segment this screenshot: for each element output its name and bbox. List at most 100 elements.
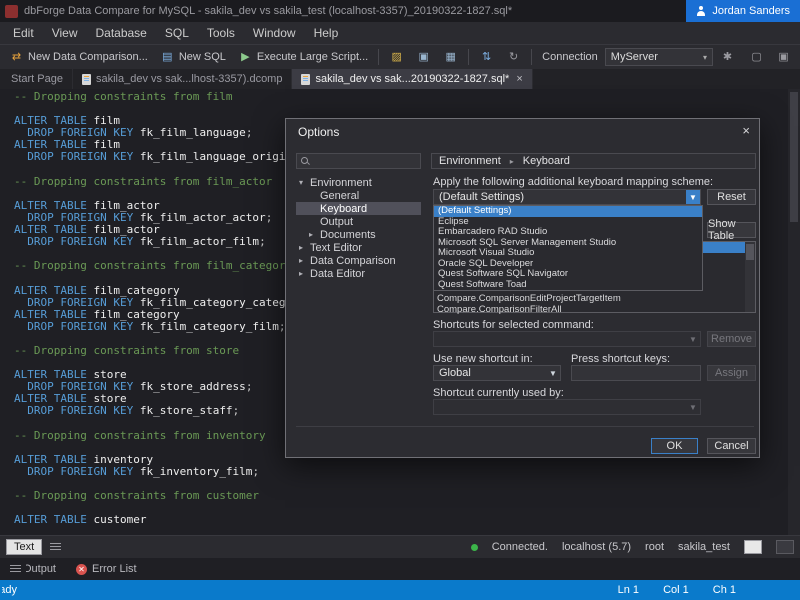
document-icon [301,74,310,85]
tab-label: sakila_dev vs sak...20190322-1827.sql* [315,73,509,85]
options-search-input[interactable] [296,153,421,169]
mapping-scheme-label: Apply the following additional keyboard … [433,176,713,188]
close-tab-icon[interactable]: × [516,73,522,85]
tree-item-label: General [320,190,359,202]
execute-large-script-button[interactable]: ▶Execute Large Script... [233,48,373,67]
scheme-option-oracle-sql-developer[interactable]: Oracle SQL Developer [434,259,702,270]
used-by-label: Shortcut currently used by: [433,387,564,399]
save-icon: ▣ [416,50,431,65]
mapping-scheme-combo[interactable]: (Default Settings) ▼ [433,189,701,205]
tab-error-list[interactable]: ✕ Error List [66,558,147,580]
collapsed-arrow-icon: ▸ [299,256,310,265]
status-message: Ready [2,584,17,596]
output-tab-label: Output [26,563,56,575]
tree-item-keyboard[interactable]: Keyboard [296,202,421,215]
error-list-tab-label: Error List [92,563,137,575]
tab-output[interactable]: Output [0,558,66,580]
used-by-combo[interactable]: ▼ [433,399,701,415]
properties-button[interactable]: ▣ [771,48,796,67]
window-layout-button[interactable]: ▢ [744,48,769,67]
scheme-option-embarcadero-rad-studio[interactable]: Embarcadero RAD Studio [434,227,702,238]
close-icon[interactable]: × [742,123,750,138]
menu-database[interactable]: Database [86,22,155,44]
tree-item-output[interactable]: Output [296,215,421,228]
menubar: EditViewDatabaseSQLToolsWindowHelp [0,22,800,44]
user-name: Jordan Sanders [712,5,790,17]
save-all-button[interactable]: ▦ [438,48,463,67]
reset-button[interactable]: Reset [707,189,756,205]
use-in-combo[interactable]: Global ▼ [433,365,561,381]
menu-tools[interactable]: Tools [198,22,244,44]
code-line: -- Dropping constraints from customer [14,490,784,502]
dialog-divider [296,426,754,427]
remove-button[interactable]: Remove [707,331,756,347]
tree-item-label: Text Editor [310,242,362,254]
open-file-button[interactable]: ▨ [384,48,409,67]
tree-item-general[interactable]: General [296,189,421,202]
chevron-down-icon[interactable]: ▼ [546,366,560,380]
scrollbar-thumb[interactable] [746,244,754,260]
command-item-compare-comparisonfilterall[interactable]: Compare.ComparisonFilterAll [437,304,562,315]
tree-item-label: Keyboard [320,203,367,215]
press-keys-label: Press shortcut keys: [571,353,670,365]
cancel-button[interactable]: Cancel [707,438,756,454]
command-item-compare-comparisoneditprojecttargetitem[interactable]: Compare.ComparisonEditProjectTargetItem [437,293,621,304]
scheme-option-eclipse[interactable]: Eclipse [434,217,702,228]
commands-scrollbar[interactable] [745,242,755,312]
tree-item-environment[interactable]: ▾Environment [296,176,421,189]
database-sync-button[interactable]: ⇅ [474,48,499,67]
user-account-button[interactable]: Jordan Sanders [686,0,800,22]
menu-help[interactable]: Help [305,22,348,44]
scrollbar-thumb[interactable] [790,92,798,222]
tree-item-documents[interactable]: ▸Documents [296,228,421,241]
tab-start-page[interactable]: Start Page [2,69,73,89]
toolbar: ⇄New Data Comparison... ▤ New SQL ▶Execute … [0,44,800,69]
shortcuts-combo[interactable]: ▼ [433,331,701,347]
refresh-button[interactable]: ↻ [501,48,526,67]
text-view-button[interactable]: Text [6,539,42,555]
new-sql-icon: ▤ [160,50,175,65]
properties-icon: ▣ [776,50,791,65]
app-icon [5,5,18,18]
connection-label: Connection [537,51,603,63]
connection-combo[interactable]: MyServer▾ [605,48,713,66]
editor-scrollbar[interactable] [788,89,800,535]
scheme-option-quest-software-toad[interactable]: Quest Software Toad [434,280,702,291]
toolbar-button-label: New SQL [179,51,226,63]
caret-position: Ln 1 Col 1 Ch 1 [618,584,800,596]
script-icon [50,543,61,552]
connected-indicator-icon [471,544,478,551]
menu-window[interactable]: Window [244,22,305,44]
combo-value: MyServer [611,51,658,63]
tab-sakila-dev-vs-sak-lhost-3357-dcomp[interactable]: sakila_dev vs sak...lhost-3357).dcomp [73,69,292,89]
collapsed-arrow-icon: ▸ [299,269,310,278]
new-data-comparison-button[interactable]: ⇄New Data Comparison... [4,48,153,67]
scheme-option-quest-software-sql-navigator[interactable]: Quest Software SQL Navigator [434,269,702,280]
scheme-option-microsoft-visual-studio[interactable]: Microsoft Visual Studio [434,248,702,259]
menu-sql[interactable]: SQL [156,22,198,44]
grid-view-icon[interactable] [744,540,762,554]
show-table-button[interactable]: Show Table [707,222,756,238]
search-icon [301,157,310,166]
chevron-down-icon[interactable]: ▼ [686,190,700,204]
tab-sakila-dev-vs-sak-20190322-1827-sql[interactable]: sakila_dev vs sak...20190322-1827.sql* × [292,69,532,89]
assign-button[interactable]: Assign [707,365,756,381]
use-in-label: Use new shortcut in: [433,353,533,365]
save-button[interactable]: ▣ [411,48,436,67]
tree-item-text-editor[interactable]: ▸Text Editor [296,241,421,254]
text-results-icon[interactable] [776,540,794,554]
ok-button[interactable]: OK [651,438,698,454]
character-indicator: Ch 1 [713,584,736,596]
tree-item-data-comparison[interactable]: ▸Data Comparison [296,254,421,267]
new-data-comparison-icon: ⇄ [9,50,24,65]
editor-statusbar: Text Connected. localhost (5.7) root sak… [0,535,800,558]
menu-view[interactable]: View [43,22,87,44]
scheme-option-default-settings[interactable]: (Default Settings) [434,206,702,217]
new-sql-button[interactable]: ▤ New SQL [155,48,231,67]
edit-connection-button[interactable]: ✱ [715,48,740,67]
tree-item-data-editor[interactable]: ▸Data Editor [296,267,421,280]
scheme-option-microsoft-sql-server-management-studio[interactable]: Microsoft SQL Server Management Studio [434,238,702,249]
column-indicator: Col 1 [663,584,689,596]
shortcut-keys-input[interactable] [571,365,701,381]
menu-edit[interactable]: Edit [4,22,43,44]
